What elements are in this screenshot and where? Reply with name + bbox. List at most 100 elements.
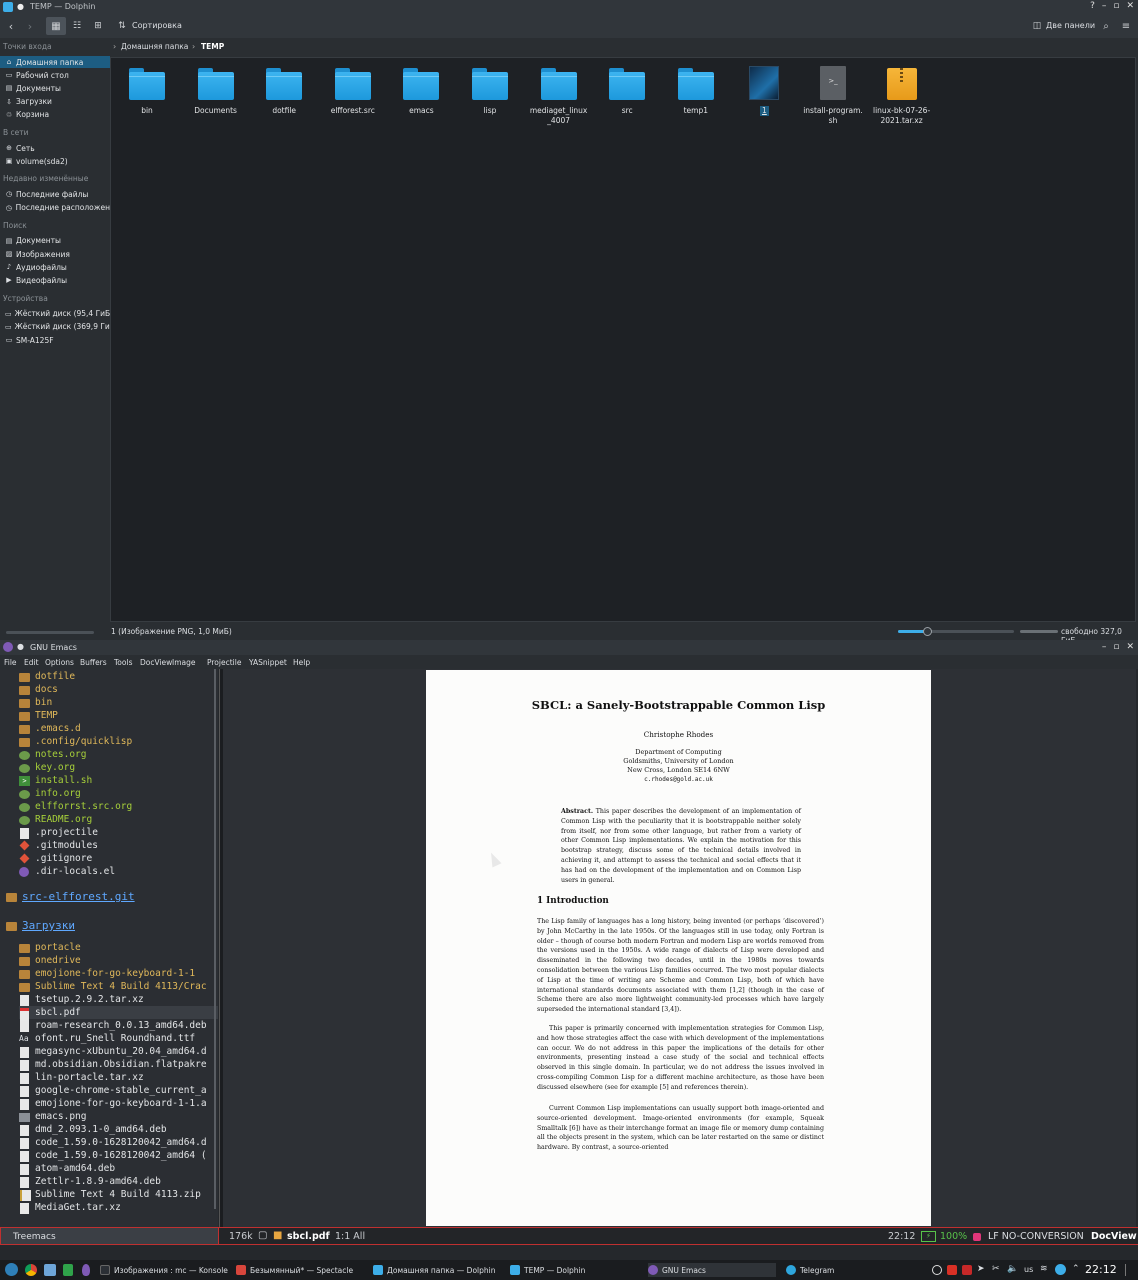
icons-view-button[interactable]: ▦ — [46, 17, 66, 35]
search-button[interactable]: ⌕ — [1099, 17, 1113, 35]
pin-icon[interactable]: ● — [17, 2, 24, 11]
mail-icon[interactable] — [947, 1265, 957, 1275]
forward-button[interactable]: › — [22, 17, 38, 35]
places-item[interactable]: ♲ Корзина — [0, 109, 110, 121]
treemacs-node[interactable]: md.obsidian.Obsidian.flatpakre — [19, 1058, 207, 1071]
treemacs-node[interactable]: emacs.png — [19, 1110, 86, 1123]
treemacs-node[interactable]: README.org — [19, 813, 92, 826]
telegram-tray-icon[interactable]: ➤ — [977, 1264, 985, 1274]
menu-item[interactable]: Image — [172, 658, 196, 667]
wifi-icon[interactable]: ≋ — [1040, 1264, 1048, 1274]
task-spectacle[interactable]: Безымянный* — Spectacle — [236, 1263, 353, 1277]
close-icon[interactable]: ✕ — [1126, 1, 1134, 11]
modeline-buffer-name[interactable]: sbcl.pdf — [287, 1231, 330, 1242]
volume-icon[interactable]: 🔈 — [1007, 1264, 1018, 1274]
places-item[interactable]: ▭ Рабочий стол — [0, 69, 110, 81]
task-emacs[interactable]: GNU Emacs — [648, 1263, 776, 1277]
status-scroll-track[interactable] — [6, 631, 94, 634]
details-view-button[interactable]: ⊞ — [89, 17, 107, 35]
places-item[interactable]: ♪ Аудиофайлы — [0, 261, 110, 273]
hamburger-menu-button[interactable]: ≡ — [1119, 17, 1133, 35]
treemacs-node[interactable]: onedrive — [19, 954, 81, 967]
task-dolphin-temp[interactable]: TEMP — Dolphin — [510, 1263, 585, 1277]
places-item[interactable]: ⊕ Сеть — [0, 142, 110, 154]
treemacs-node[interactable]: Sublime Text 4 Build 4113.zip — [19, 1188, 201, 1201]
places-item[interactable]: ◷ Последние файлы — [0, 188, 110, 200]
treemacs-node[interactable]: install.sh — [19, 774, 92, 787]
treemacs-node[interactable]: Загрузки — [6, 919, 75, 932]
kde-connect-icon[interactable] — [63, 1264, 73, 1276]
file-item[interactable]: bin — [117, 66, 177, 116]
chrome-icon[interactable] — [25, 1264, 37, 1276]
treemacs-node[interactable]: src-elfforest.git — [6, 890, 135, 903]
treemacs-panel[interactable]: dotfile docs bin TEMP .emacs.d .config/quickl… — [0, 669, 218, 1227]
menu-item[interactable]: Help — [293, 658, 310, 667]
file-item[interactable]: lisp — [460, 66, 520, 116]
treemacs-node[interactable]: info.org — [19, 787, 81, 800]
treemacs-node[interactable]: .projectile — [19, 826, 98, 839]
menu-item[interactable]: Options — [45, 658, 74, 667]
close-icon[interactable]: ✕ — [1126, 642, 1134, 652]
menu-item[interactable]: DocView — [140, 658, 172, 667]
places-item[interactable]: ⇩ Загрузки — [0, 96, 110, 108]
show-desktop-button[interactable] — [1125, 1264, 1133, 1276]
network-manager-icon[interactable] — [44, 1264, 56, 1276]
places-item[interactable]: ▤ Документы — [0, 82, 110, 94]
maximize-icon[interactable]: ▫ — [1113, 642, 1119, 652]
maximize-icon[interactable]: ▫ — [1113, 1, 1119, 11]
task-konsole[interactable]: Изображения : mc — Konsole — [100, 1263, 228, 1277]
treemacs-node[interactable]: Zettlr-1.8.9-amd64.deb — [19, 1175, 161, 1188]
treemacs-node[interactable]: key.org — [19, 761, 75, 774]
file-item[interactable]: src — [597, 66, 657, 116]
menu-item[interactable]: Tools — [114, 658, 132, 667]
treemacs-node[interactable]: .emacs.d — [19, 722, 81, 735]
emacs-titlebar[interactable]: ● GNU Emacs – ▫ ✕ — [0, 640, 1138, 655]
treemacs-node[interactable]: google-chrome-stable_current_a — [19, 1084, 207, 1097]
compact-view-button[interactable]: ☷ — [68, 17, 86, 35]
zoom-slider[interactable] — [898, 627, 1014, 636]
file-view[interactable]: bin Documents dotfile elfforest.src emacs lis… — [110, 57, 1136, 622]
help-icon[interactable]: ? — [1090, 1, 1095, 11]
updates-icon[interactable] — [932, 1265, 942, 1275]
treemacs-node[interactable]: bin — [19, 696, 52, 709]
minimize-icon[interactable]: – — [1102, 642, 1107, 652]
treemacs-node[interactable]: MediaGet.tar.xz — [19, 1201, 121, 1214]
file-item[interactable]: >_ install-program.sh — [803, 66, 863, 126]
treemacs-node[interactable]: megasync-xUbuntu_20.04_amd64.d — [19, 1045, 207, 1058]
minimize-icon[interactable]: – — [1102, 1, 1107, 11]
treemacs-node[interactable]: docs — [19, 683, 58, 696]
treemacs-node[interactable]: sbcl.pdf — [19, 1006, 218, 1022]
zoom-slider-handle[interactable] — [923, 627, 932, 636]
obsidian-icon[interactable] — [82, 1264, 90, 1276]
file-item[interactable]: Documents — [186, 66, 246, 116]
file-item[interactable]: mediaget_linux_4007 — [529, 66, 589, 126]
pin-icon[interactable]: ● — [17, 642, 24, 651]
treemacs-node[interactable]: dmd_2.093.1-0_amd64.deb — [19, 1123, 167, 1136]
file-item[interactable]: elfforest.src — [323, 66, 383, 116]
cut-icon[interactable]: ✂ — [992, 1264, 1000, 1274]
pdf-page[interactable]: SBCL: a Sanely-Bootstrappable Common Lis… — [426, 670, 931, 1226]
bluetooth-icon[interactable] — [1055, 1264, 1066, 1275]
places-item[interactable]: ▶ Видеофайлы — [0, 274, 110, 286]
treemacs-node[interactable]: elfforrst.src.org — [19, 800, 132, 813]
task-telegram[interactable]: Telegram — [786, 1263, 834, 1277]
treemacs-node[interactable]: .gitignore — [19, 852, 92, 865]
menu-item[interactable]: YASnippet — [249, 658, 287, 667]
file-item[interactable]: 1 — [734, 66, 794, 116]
menu-item[interactable]: Buffers — [80, 658, 107, 667]
treemacs-scrollbar[interactable] — [214, 669, 216, 1209]
places-item[interactable]: ▭ Жёсткий диск (95,4 ГиБ) — [0, 308, 110, 320]
megasync-icon[interactable] — [962, 1265, 972, 1275]
menu-item[interactable]: File — [4, 658, 17, 667]
treemacs-node[interactable]: tsetup.2.9.2.tar.xz — [19, 993, 144, 1006]
treemacs-node[interactable]: Sublime Text 4 Build 4113/Crac — [19, 980, 207, 993]
sort-button[interactable]: Сортировка — [132, 21, 182, 30]
app-launcher-icon[interactable] — [5, 1263, 18, 1276]
treemacs-node[interactable]: lin-portacle.tar.xz — [19, 1071, 144, 1084]
places-item[interactable]: ◷ Последние расположен — [0, 202, 110, 214]
split-view-button[interactable]: Две панели — [1046, 21, 1095, 30]
places-item[interactable]: ⌂ Домашняя папка — [0, 56, 110, 68]
treemacs-node[interactable]: emojione-for-go-keyboard-1-1.a — [19, 1097, 207, 1110]
treemacs-node[interactable]: code_1.59.0-1628120042_amd64.d — [19, 1136, 207, 1149]
treemacs-node[interactable]: dotfile — [19, 670, 75, 683]
